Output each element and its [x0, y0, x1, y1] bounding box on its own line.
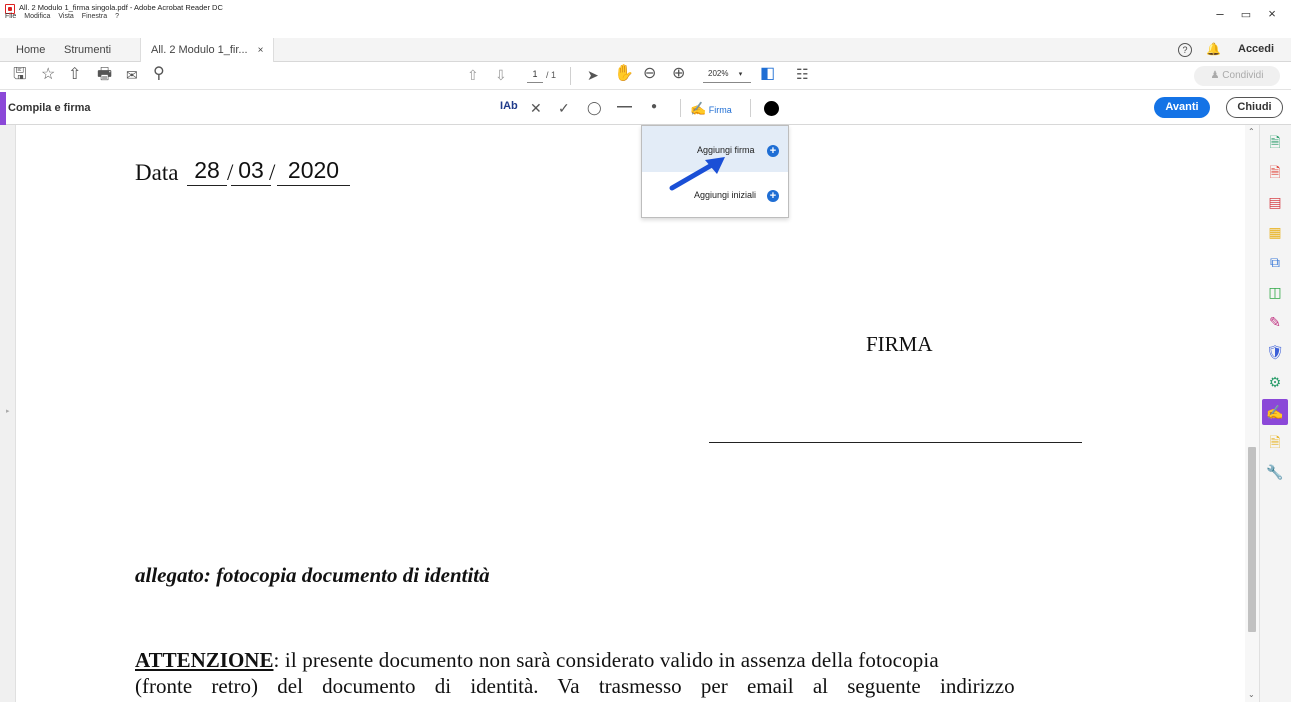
fill-sign-label: Compila e firma	[8, 102, 91, 114]
menu-help[interactable]: ?	[115, 13, 119, 20]
tab-document[interactable]: All. 2 Modulo 1_fir... ×	[140, 38, 275, 62]
circle-tool[interactable]: ◯	[587, 99, 602, 117]
date-day-field[interactable]: 28	[187, 157, 227, 186]
attenzione-line2: (fronte retro) del documento di identità…	[135, 674, 1015, 698]
zoom-select[interactable]: 202% ▾	[703, 69, 751, 83]
export-pdf-icon[interactable]: 🗎	[1262, 159, 1288, 185]
attenzione-paragraph: ATTENZIONE: il presente documento non sa…	[135, 648, 1135, 673]
maximize-button[interactable]: ▭	[1236, 8, 1256, 21]
save-icon[interactable]: 🖫	[13, 66, 27, 84]
firma-heading: FIRMA	[866, 332, 933, 356]
left-panel-toggle[interactable]: ▸	[0, 125, 16, 702]
pen-signature-icon: ✍	[690, 101, 707, 116]
add-text-label: Ab	[503, 100, 518, 112]
condividi-label: Condividi	[1222, 70, 1264, 81]
comment-icon[interactable]: ▦	[1262, 219, 1288, 245]
firma-button[interactable]: ✍ Firma	[690, 101, 732, 117]
add-text-tool[interactable]: IAb	[500, 100, 518, 112]
avanti-button[interactable]: Avanti	[1154, 97, 1210, 118]
zoom-value: 202%	[708, 69, 729, 78]
page-total: / 1	[546, 70, 557, 80]
tab-home[interactable]: Home	[16, 38, 45, 62]
main-toolbar: 🖫 ☆ ⇧ 🖶 ✉ ⚲ ⇧ ⇩ 1 / 1 ➤ ✋ ⊖ ⊕ 202% ▾ ◧ ☷…	[0, 62, 1291, 90]
window-title: All. 2 Modulo 1_firma singola.pdf - Adob…	[19, 3, 223, 12]
tab-bar: Home Strumenti All. 2 Modulo 1_fir... × ?…	[0, 38, 1291, 62]
create-pdf-icon[interactable]: 🗎	[1262, 129, 1288, 155]
vertical-scrollbar[interactable]: ⌃ ⌄	[1245, 125, 1259, 702]
date-year-field[interactable]: 2020	[277, 157, 350, 186]
hand-icon[interactable]: ✋	[614, 65, 634, 83]
fill-sign-tool-icon[interactable]: ✍	[1262, 399, 1288, 425]
chevron-down-icon: ▾	[738, 71, 743, 78]
fill-sign-accent	[0, 92, 6, 125]
tab-document-label: All. 2 Modulo 1_fir...	[151, 44, 248, 56]
color-picker-icon[interactable]	[764, 101, 779, 116]
scroll-mode-icon[interactable]: ☷	[796, 65, 809, 83]
toolbar-separator	[570, 67, 571, 85]
allegato-text: allegato: fotocopia documento di identit…	[135, 563, 490, 587]
minimize-button[interactable]: –	[1210, 6, 1230, 21]
attenzione-bold: ATTENZIONE	[135, 648, 274, 672]
scroll-up-icon[interactable]: ⌃	[1248, 127, 1255, 136]
firma-label: Firma	[708, 105, 732, 115]
email-icon[interactable]: ✉	[126, 66, 138, 84]
upload-cloud-icon[interactable]: ⇧	[68, 66, 81, 84]
scroll-down-icon[interactable]: ⌄	[1248, 690, 1255, 699]
condividi-button[interactable]: ♟ Condividi	[1194, 66, 1280, 86]
search-zoom-icon[interactable]: ⚲	[153, 65, 165, 83]
zoom-in-icon[interactable]: ⊕	[672, 65, 685, 83]
organize-pages-icon[interactable]: ◫	[1262, 279, 1288, 305]
close-window-button[interactable]: ×	[1262, 6, 1282, 21]
menu-vista[interactable]: Vista	[58, 13, 73, 20]
scrollbar-thumb[interactable]	[1248, 447, 1256, 632]
check-mark-tool[interactable]: ✓	[558, 99, 570, 117]
cross-mark-tool[interactable]: ✕	[530, 99, 542, 117]
tab-close-icon[interactable]: ×	[258, 45, 264, 56]
menu-bar: File Modifica Vista Finestra ?	[5, 13, 119, 20]
annotation-arrow-icon	[669, 157, 725, 191]
attenzione-line1: : il presente documento non sarà conside…	[273, 648, 939, 672]
fill-sign-bar: Compila e firma IAb ✕ ✓ ◯ — ● ✍ Firma	[0, 92, 1291, 125]
page-number-input[interactable]: 1	[527, 69, 543, 83]
title-bar: All. 2 Modulo 1_firma singola.pdf - Adob…	[0, 0, 1291, 24]
line-tool[interactable]: —	[617, 98, 632, 116]
page-up-icon[interactable]: ⇧	[467, 66, 479, 84]
optimize-pdf-icon[interactable]: ⚙	[1262, 369, 1288, 395]
edit-pdf-icon[interactable]: ▤	[1262, 189, 1288, 215]
tab-strumenti[interactable]: Strumenti	[64, 38, 111, 62]
date-month-field[interactable]: 03	[231, 157, 271, 186]
dot-tool[interactable]: ●	[651, 98, 657, 116]
fill-separator	[750, 99, 751, 117]
add-signature-plus-icon[interactable]: +	[767, 145, 779, 157]
date-line: Data	[135, 160, 178, 186]
chiudi-button[interactable]: Chiudi	[1226, 97, 1283, 118]
notification-bell-icon[interactable]: 🔔	[1206, 42, 1221, 56]
combine-files-icon[interactable]: ⧉	[1262, 249, 1288, 275]
page-down-icon[interactable]: ⇩	[495, 66, 507, 84]
help-icon[interactable]: ?	[1178, 43, 1192, 57]
fit-page-icon[interactable]: ◧	[760, 65, 775, 83]
document-viewport[interactable]	[0, 125, 1258, 702]
protect-icon[interactable]: 🛡	[1262, 339, 1288, 365]
accedi-button[interactable]: Accedi	[1238, 43, 1274, 55]
menu-finestra[interactable]: Finestra	[82, 13, 107, 20]
select-arrow-icon[interactable]: ➤	[587, 66, 599, 84]
fill-separator	[680, 99, 681, 117]
zoom-out-icon[interactable]: ⊖	[643, 65, 656, 83]
send-for-review-icon[interactable]: 🗎	[1262, 429, 1288, 455]
menu-file[interactable]: File	[5, 13, 16, 20]
date-slash: /	[269, 160, 276, 185]
menu-modifica[interactable]: Modifica	[24, 13, 50, 20]
share-user-icon: ♟	[1210, 70, 1220, 81]
expand-panel-icon[interactable]: ▸	[6, 407, 10, 415]
request-signature-icon[interactable]: ✎	[1262, 309, 1288, 335]
signature-line[interactable]	[709, 442, 1082, 443]
add-initials-plus-icon[interactable]: +	[767, 190, 779, 202]
date-label: Data	[135, 160, 179, 185]
more-tools-icon[interactable]: 🔧	[1262, 459, 1288, 485]
print-icon[interactable]: 🖶	[97, 66, 112, 84]
bookmark-star-icon[interactable]: ☆	[41, 66, 55, 84]
